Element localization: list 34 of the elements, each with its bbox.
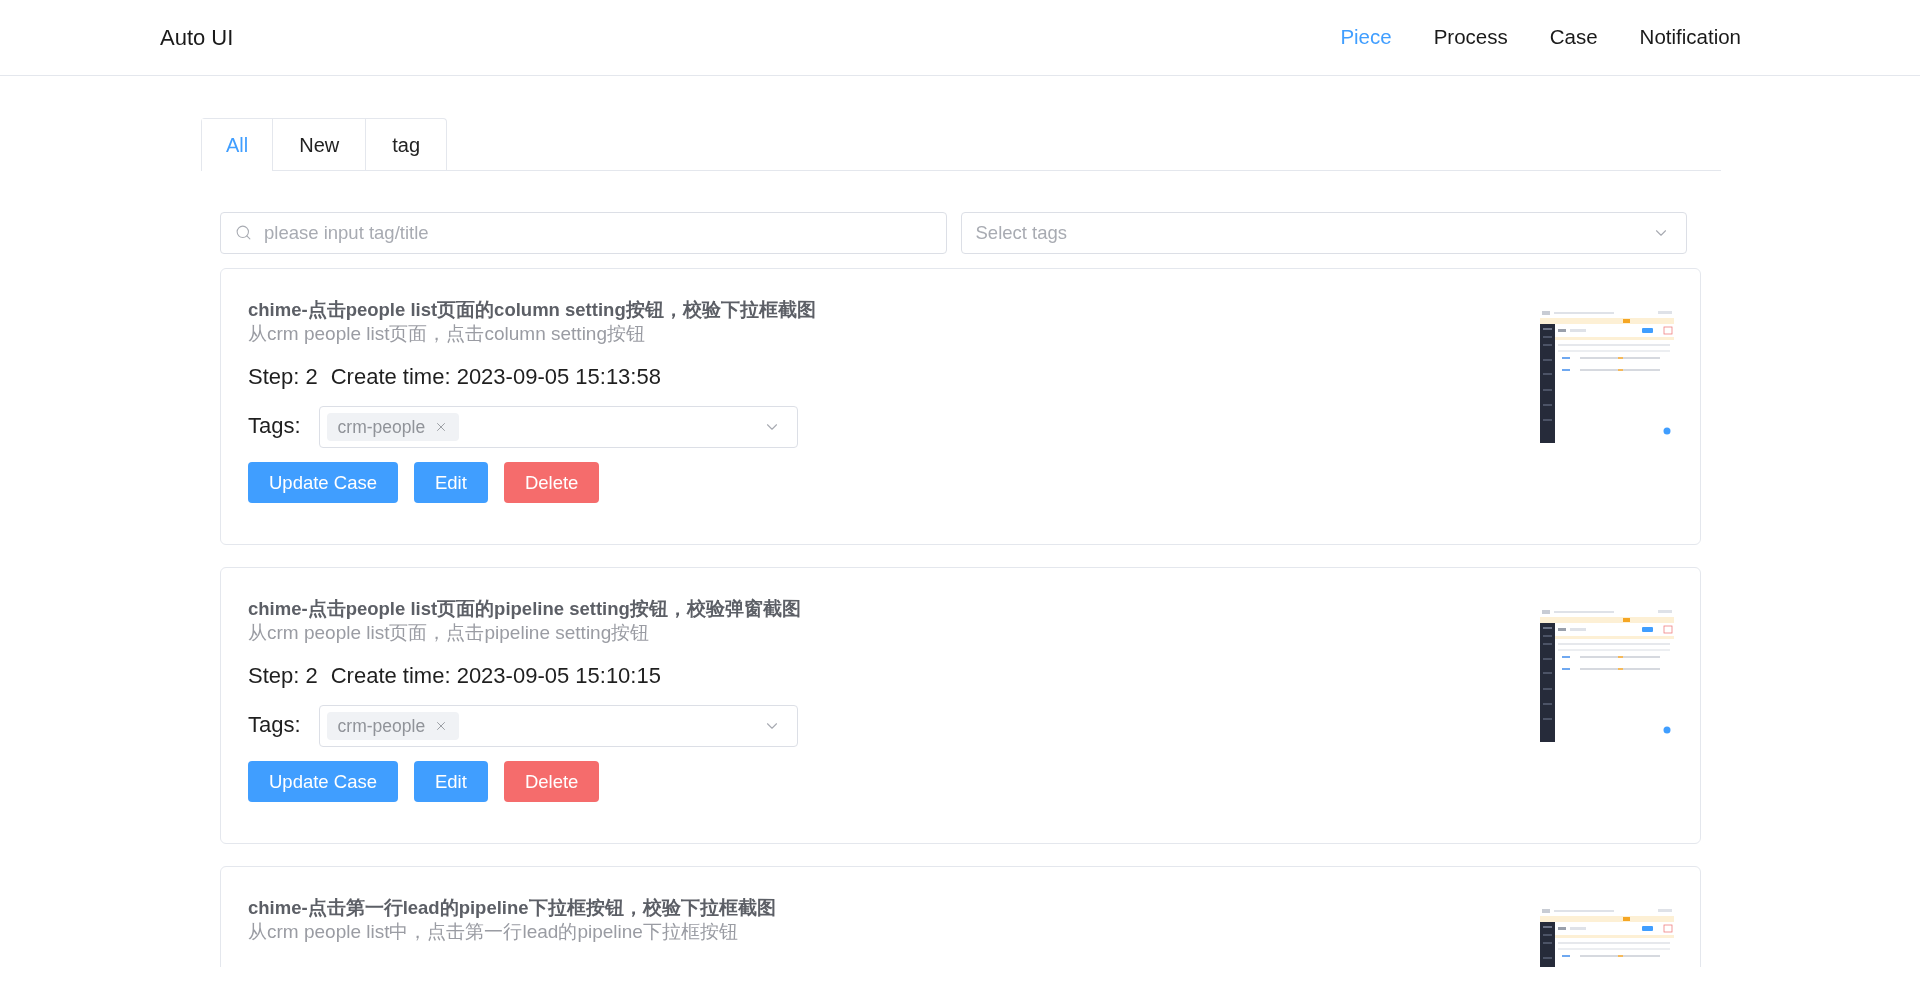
tag-select[interactable]: Select tags (960, 212, 1687, 254)
tag-label: crm-people (337, 714, 426, 738)
case-tag-select[interactable]: crm-people (318, 705, 798, 747)
search-field[interactable]: please input tag/title (220, 212, 947, 254)
tag-label: crm-people (337, 415, 426, 439)
case-title: chime-点击第一行lead的pipeline下拉框按钮，校验下拉框截图 (248, 896, 776, 920)
select-placeholder: Select tags (975, 221, 1068, 246)
filter-tab[interactable]: New (272, 119, 366, 171)
create-time: Create time: 2023-09-05 15:10:15 (330, 662, 661, 690)
case-description: 从crm people list页面，点击pipeline setting按钮 (248, 621, 651, 645)
case-title: chime-点击people list页面的column setting按钮，校验下拉框截图 (248, 298, 816, 322)
action-button[interactable]: Edit (414, 761, 488, 802)
action-button[interactable]: Delete (503, 462, 600, 503)
step-count: Step: 2 (248, 363, 318, 391)
action-button[interactable]: Edit (414, 462, 488, 503)
nav-link[interactable]: Notification (1639, 22, 1741, 53)
filter-tab[interactable]: tag (365, 119, 447, 171)
case-tag-select[interactable]: crm-people (318, 406, 798, 448)
case-description: 从crm people list中，点击第一行lead的pipeline下拉框按钮 (248, 920, 739, 944)
filter-tab[interactable]: All (202, 119, 273, 172)
step-count: Step: 2 (248, 662, 318, 690)
action-button[interactable]: Update Case (248, 462, 398, 503)
create-time: Create time: 2023-09-05 15:13:58 (330, 363, 661, 391)
search-icon (235, 224, 252, 241)
nav-link[interactable]: Case (1549, 22, 1598, 53)
app-logo: Auto UI (160, 24, 234, 52)
tags-label: Tags: (248, 411, 301, 440)
case-title: chime-点击people list页面的pipeline setting按钮，校验弹窗截图 (248, 597, 801, 621)
tags-label: Tags: (248, 710, 301, 739)
case-description: 从crm people list页面，点击column setting按钮 (248, 322, 646, 346)
nav-link[interactable]: Piece (1340, 22, 1392, 53)
action-button[interactable]: Update Case (248, 761, 398, 802)
action-button[interactable]: Delete (503, 761, 600, 802)
nav-link[interactable]: Process (1433, 22, 1508, 53)
